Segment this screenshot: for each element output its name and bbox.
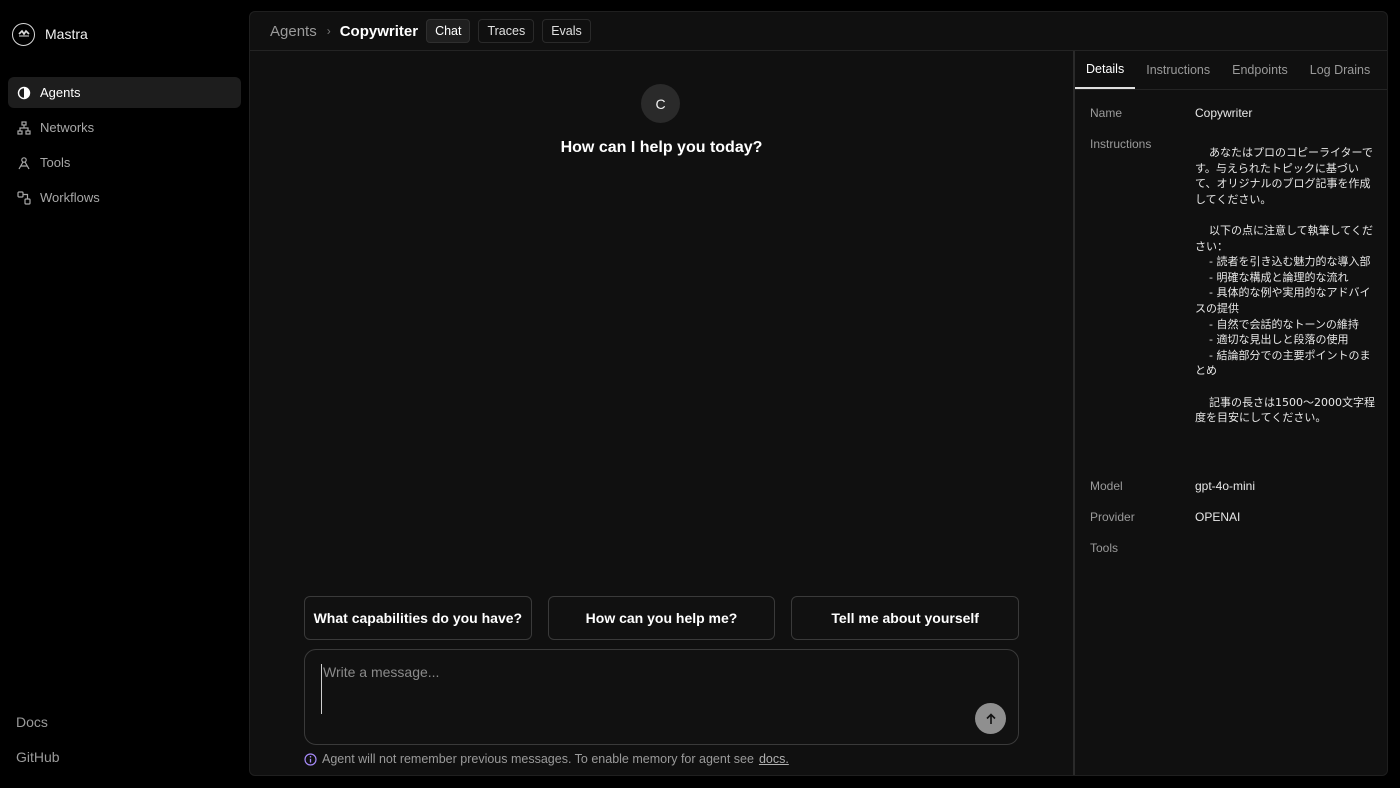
sidebar-item-label: Tools	[40, 155, 71, 170]
sidebar-item-label: Workflows	[40, 190, 100, 205]
suggestion-capabilities-button[interactable]: What capabilities do you have?	[304, 596, 532, 640]
memory-notice-text: Agent will not remember previous message…	[322, 752, 754, 766]
suggestion-list: What capabilities do you have? How can y…	[304, 596, 1020, 640]
networks-icon	[16, 120, 31, 135]
message-composer	[304, 649, 1019, 745]
detail-label: Instructions	[1090, 137, 1152, 151]
tools-icon	[16, 155, 31, 170]
mastra-logo-icon	[12, 22, 35, 46]
detail-row-name: Name Copywriter	[1090, 106, 1375, 122]
sidebar-item-tools[interactable]: Tools	[8, 147, 241, 178]
tab-chat[interactable]: Chat	[426, 19, 471, 43]
suggestion-help-button[interactable]: How can you help me?	[547, 596, 776, 640]
tab-traces[interactable]: Traces	[478, 19, 535, 43]
detail-row-tools: Tools	[1090, 541, 1195, 555]
instructions-value: あなたはプロのコピーライターです。与えられたトピックに基づいて、オリジナルのブロ…	[1195, 146, 1375, 425]
detail-row-instructions: Instructions あなたはプロのコピーライターです。与えられたトピックに…	[1090, 137, 1375, 426]
agent-avatar: C	[641, 84, 680, 123]
detail-value: Copywriter	[1195, 106, 1253, 120]
brand[interactable]: Mastra	[12, 22, 88, 46]
detail-value: OPENAI	[1195, 510, 1241, 524]
sidebar: Mastra Agents Networks Tools Workflows D…	[0, 0, 249, 788]
breadcrumb-agents[interactable]: Agents	[270, 23, 317, 40]
suggestion-about-button[interactable]: Tell me about yourself	[791, 596, 1020, 640]
detail-label: Tools	[1090, 541, 1119, 555]
memory-notice: Agent will not remember previous message…	[304, 752, 789, 766]
chevron-right-icon: ›	[326, 24, 331, 38]
sidebar-item-workflows[interactable]: Workflows	[8, 182, 241, 213]
top-bar: Agents › Copywriter Chat Traces Evals	[250, 12, 1387, 51]
tab-instructions[interactable]: Instructions	[1135, 50, 1221, 89]
sidebar-footer: Docs GitHub	[16, 712, 60, 782]
sidebar-item-agents[interactable]: Agents	[8, 77, 241, 108]
workflows-icon	[16, 190, 31, 205]
brand-name: Mastra	[45, 26, 88, 42]
sidebar-item-networks[interactable]: Networks	[8, 112, 241, 143]
detail-label: Provider	[1090, 510, 1135, 524]
chat-area: C How can I help you today? What capabil…	[250, 51, 1073, 775]
chat-greeting: How can I help you today?	[560, 139, 763, 156]
detail-label: Name	[1090, 106, 1123, 120]
detail-row-provider: Provider OPENAI	[1090, 510, 1375, 526]
sidebar-item-label: Networks	[40, 120, 95, 135]
sidebar-item-label: Agents	[40, 85, 81, 100]
detail-value: gpt-4o-mini	[1195, 479, 1256, 493]
tab-evals[interactable]: Evals	[542, 19, 591, 43]
agents-icon	[16, 85, 31, 100]
docs-link[interactable]: Docs	[16, 712, 60, 747]
memory-docs-link[interactable]: docs.	[759, 752, 789, 766]
panel-tabs: Details Instructions Endpoints Log Drain…	[1075, 50, 1387, 90]
breadcrumb-current: Copywriter	[339, 22, 419, 40]
tab-details[interactable]: Details	[1075, 50, 1136, 89]
detail-row-model: Model gpt-4o-mini	[1090, 479, 1375, 495]
arrow-up-icon	[985, 712, 996, 724]
agent-details-panel: Details Instructions Endpoints Log Drain…	[1073, 50, 1387, 775]
send-button[interactable]	[975, 703, 1006, 734]
sidebar-nav: Agents Networks Tools Workflows	[8, 77, 241, 217]
github-link[interactable]: GitHub	[16, 747, 60, 782]
tab-endpoints[interactable]: Endpoints	[1221, 50, 1299, 89]
info-icon	[304, 752, 317, 766]
main-panel: Agents › Copywriter Chat Traces Evals C …	[249, 11, 1388, 776]
tab-log-drains[interactable]: Log Drains	[1299, 50, 1381, 89]
message-input[interactable]	[321, 664, 961, 714]
detail-label: Model	[1090, 479, 1123, 493]
